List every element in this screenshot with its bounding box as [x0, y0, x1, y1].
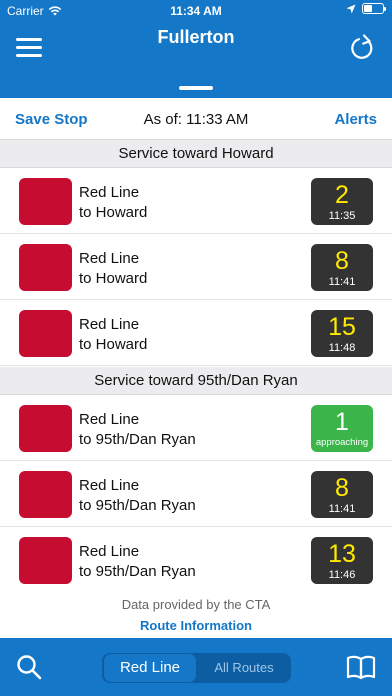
route-destination: to 95th/Dan Ryan — [79, 563, 196, 580]
arrival-time: 11:41 — [328, 503, 356, 515]
arrival-time: 11:41 — [328, 276, 356, 288]
route-color-swatch — [19, 537, 72, 584]
route-filter-segmented-control: Red Line All Routes — [102, 653, 291, 683]
header-bar: Carrier 11:34 AM Fullerton — [0, 0, 392, 98]
route-information-link[interactable]: Route Information — [0, 618, 392, 633]
segment-all-routes[interactable]: All Routes — [198, 654, 290, 682]
arrival-minutes: 13 — [328, 540, 356, 568]
status-indicators — [346, 3, 386, 14]
arrival-badge-approaching: 1 approaching — [311, 405, 373, 452]
battery-icon — [362, 3, 386, 14]
arrival-badge: 8 11:41 — [311, 244, 373, 291]
status-bar: Carrier 11:34 AM — [0, 0, 392, 20]
location-arrow-icon — [346, 4, 356, 13]
status-time: 11:34 AM — [170, 4, 222, 18]
drag-handle[interactable] — [179, 86, 213, 90]
refresh-icon[interactable] — [348, 34, 376, 62]
alerts-button[interactable]: Alerts — [334, 111, 377, 128]
segment-red-line[interactable]: Red Line — [104, 654, 196, 682]
route-destination: to Howard — [79, 204, 148, 221]
arrival-time: 11:35 — [328, 210, 356, 222]
arrival-status: approaching — [315, 437, 369, 448]
arrival-time: 11:48 — [328, 342, 356, 354]
arrival-row[interactable]: Red Line to 95th/Dan Ryan 1 approaching — [0, 395, 392, 461]
arrival-row[interactable]: Red Line to Howard 8 11:41 — [0, 234, 392, 300]
section-header-howard: Service toward Howard — [0, 140, 392, 168]
arrival-minutes: 8 — [335, 474, 349, 502]
route-name: Red Line — [79, 250, 140, 267]
route-name: Red Line — [79, 543, 140, 560]
arrival-time: 11:46 — [328, 569, 356, 581]
route-name: Red Line — [79, 411, 140, 428]
arrival-row[interactable]: Red Line to Howard 2 11:35 — [0, 168, 392, 234]
stop-toolbar: As of: 11:33 AM Save Stop Alerts — [0, 98, 392, 140]
page-title: Fullerton — [157, 27, 235, 47]
route-color-swatch — [19, 405, 72, 452]
arrival-row[interactable]: Red Line to Howard 15 11:48 — [0, 300, 392, 366]
save-stop-button[interactable]: Save Stop — [15, 111, 88, 128]
route-color-swatch — [19, 244, 72, 291]
arrival-row[interactable]: Red Line to 95th/Dan Ryan 8 11:41 — [0, 461, 392, 527]
route-destination: to Howard — [79, 336, 148, 353]
arrival-minutes: 8 — [335, 247, 349, 275]
route-name: Red Line — [79, 184, 140, 201]
route-color-swatch — [19, 178, 72, 225]
arrival-badge: 15 11:48 — [311, 310, 373, 357]
arrival-badge: 2 11:35 — [311, 178, 373, 225]
route-destination: to Howard — [79, 270, 148, 287]
data-attribution: Data provided by the CTA — [121, 597, 271, 612]
route-destination: to 95th/Dan Ryan — [79, 431, 196, 448]
arrival-badge: 8 11:41 — [311, 471, 373, 518]
arrival-minutes: 15 — [328, 313, 356, 341]
section-header-95th-dan-ryan: Service toward 95th/Dan Ryan — [0, 367, 392, 395]
search-icon[interactable] — [15, 653, 43, 681]
route-destination: to 95th/Dan Ryan — [79, 497, 196, 514]
arrival-minutes: 2 — [335, 181, 349, 209]
book-icon[interactable] — [346, 654, 376, 680]
route-color-swatch — [19, 310, 72, 357]
bottom-tab-bar: Red Line All Routes — [0, 638, 392, 696]
arrival-badge: 13 11:46 — [311, 537, 373, 584]
route-name: Red Line — [79, 477, 140, 494]
arrival-minutes: 1 — [335, 408, 349, 436]
route-name: Red Line — [79, 316, 140, 333]
route-color-swatch — [19, 471, 72, 518]
arrival-row[interactable]: Red Line to 95th/Dan Ryan 13 11:46 — [0, 527, 392, 593]
